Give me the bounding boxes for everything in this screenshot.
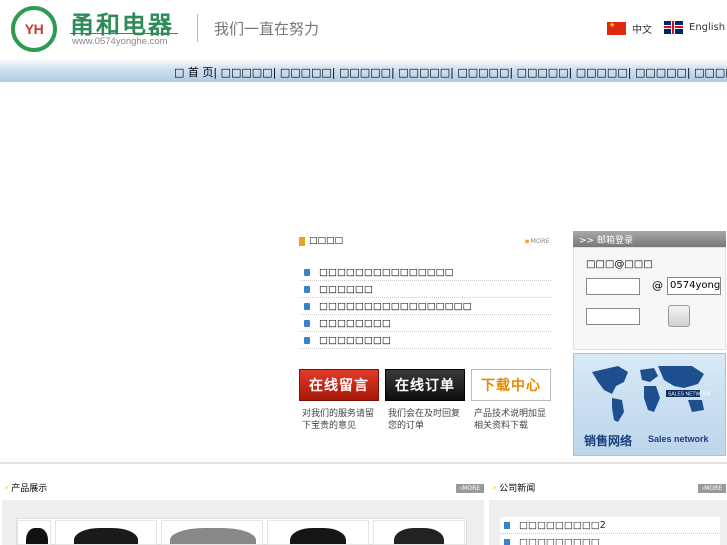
nav-item[interactable]: □□□□□ xyxy=(457,66,509,79)
nav-item[interactable]: □□□□ xyxy=(694,66,727,79)
order-description: 我们会在及时回复您的订单 xyxy=(388,409,461,431)
nav-item[interactable]: □□□□□ xyxy=(635,66,687,79)
lang-chinese-label: 中文 xyxy=(632,25,652,36)
arrow-icon: › xyxy=(5,483,9,492)
news-item-label: □□□□□□ xyxy=(319,283,373,295)
download-description: 产品技术说明加显相关资料下载 xyxy=(474,409,547,431)
company-news-more-button[interactable]: ›MORE xyxy=(698,484,726,493)
nav-lead: □ xyxy=(174,66,185,79)
logo-icon[interactable]: YH xyxy=(11,6,57,52)
nav-item[interactable]: □□□□□ xyxy=(398,66,450,79)
news-item[interactable]: □□□□□□ xyxy=(300,281,551,298)
lang-english-link[interactable]: English xyxy=(664,21,725,34)
news-item[interactable]: □□□□□□□□□□□□□□□ xyxy=(300,264,551,281)
news-heading: □□□□ xyxy=(299,236,343,246)
news-tag-icon xyxy=(299,236,305,246)
bullet-icon xyxy=(304,285,310,293)
china-flag-icon xyxy=(607,21,626,35)
news-more-link[interactable]: MORE xyxy=(525,237,549,245)
nav-items: □ 首 页| □□□□□| □□□□□| □□□□□| □□□□□| □□□□□… xyxy=(174,64,727,80)
product-thumb[interactable] xyxy=(161,520,263,545)
news-item-label: □□□□□□□□ xyxy=(319,334,391,346)
main-nav: □ 首 页| □□□□□| □□□□□| □□□□□| □□□□□| □□□□□… xyxy=(0,58,727,82)
sales-network-banner[interactable]: SALES NETWORK 销售网络 Sales network xyxy=(573,353,726,456)
bullet-icon xyxy=(304,319,310,327)
company-news-item[interactable]: □□□□□□□□□ xyxy=(500,534,720,545)
at-sign: @ xyxy=(652,279,663,292)
arrow-icon: › xyxy=(493,483,497,492)
mail-username-input[interactable] xyxy=(586,278,640,295)
lang-english-label: English xyxy=(689,22,726,33)
products-more-button[interactable]: ›MORE xyxy=(456,484,484,493)
nav-item[interactable]: □□□□□ xyxy=(576,66,628,79)
message-description: 对我们的服务请留下宝贵的意见 xyxy=(302,409,375,431)
company-news-label: □□□□□□□□□2 xyxy=(519,519,606,531)
mail-login-button[interactable] xyxy=(668,305,690,327)
logo-underline xyxy=(70,33,178,34)
page: YH 甬和电器 www.0574yonghe.com 我们一直在努力 中文 En… xyxy=(0,0,727,545)
header-divider xyxy=(197,14,198,42)
company-news-heading: › 公司新闻 xyxy=(493,481,535,494)
world-map-icon: SALES NETWORK xyxy=(592,366,712,422)
bullet-icon xyxy=(504,538,510,545)
company-news-label: □□□□□□□□□ xyxy=(519,536,600,545)
mail-login-header: >> 邮箱登录 xyxy=(573,231,726,247)
company-news-item[interactable]: □□□□□□□□□2 xyxy=(500,517,720,534)
nav-item[interactable]: □□□□□ xyxy=(280,66,332,79)
mail-domain-field[interactable]: 0574yonghe.com xyxy=(667,277,721,295)
company-news-title: 公司新闻 xyxy=(499,484,536,494)
news-item-label: □□□□□□□□ xyxy=(319,317,391,329)
download-center-button[interactable]: 下载中心 xyxy=(471,369,551,401)
nav-item-home[interactable]: 首 页 xyxy=(188,66,214,79)
product-thumb[interactable] xyxy=(267,520,369,545)
sales-network-cn: 销售网络 xyxy=(584,434,633,448)
logo-url: www.0574yonghe.com xyxy=(72,36,168,47)
news-item-label: □□□□□□□□□□□□□□□ xyxy=(319,266,454,278)
online-message-button[interactable]: 在线留言 xyxy=(299,369,379,401)
bullet-icon xyxy=(304,268,310,276)
online-order-button[interactable]: 在线订单 xyxy=(385,369,465,401)
news-item-label: □□□□□□□□□□□□□□□□□ xyxy=(319,300,472,312)
mail-password-input[interactable] xyxy=(586,308,640,325)
nav-item[interactable]: □□□□□ xyxy=(517,66,569,79)
news-item[interactable]: □□□□□□□□ xyxy=(300,315,551,332)
news-item[interactable]: □□□□□□□□ xyxy=(300,332,551,349)
mail-login-label: □□□@□□□ xyxy=(586,259,653,270)
logo-name[interactable]: 甬和电器 xyxy=(70,5,174,40)
products-title: 产品展示 xyxy=(11,484,48,494)
bullet-icon xyxy=(304,302,310,310)
section-divider xyxy=(0,462,727,464)
product-thumb[interactable] xyxy=(373,520,465,545)
product-thumb[interactable] xyxy=(55,520,157,545)
nav-item[interactable]: □□□□□ xyxy=(339,66,391,79)
news-list: □□□□□□□□□□□□□□□ □□□□□□ □□□□□□□□□□□□□□□□□… xyxy=(300,264,551,349)
lang-chinese-link[interactable]: 中文 xyxy=(607,21,652,36)
logo-mark-text: YH xyxy=(24,21,44,37)
sales-map-label: SALES NETWORK xyxy=(668,392,712,398)
sales-network-en: Sales network xyxy=(648,434,709,444)
company-news-list: □□□□□□□□□2 □□□□□□□□□ xyxy=(500,517,720,545)
bullet-icon xyxy=(504,521,510,529)
products-heading: › 产品展示 xyxy=(5,481,47,494)
nav-item[interactable]: □□□□□ xyxy=(221,66,273,79)
news-title: □□□□ xyxy=(309,236,344,246)
news-item[interactable]: □□□□□□□□□□□□□□□□□ xyxy=(300,298,551,315)
slogan: 我们一直在努力 xyxy=(214,20,320,38)
site-header: YH 甬和电器 www.0574yonghe.com 我们一直在努力 中文 En… xyxy=(0,0,727,58)
uk-flag-icon xyxy=(664,21,683,34)
product-thumb[interactable] xyxy=(17,520,51,545)
bullet-icon xyxy=(304,336,310,344)
